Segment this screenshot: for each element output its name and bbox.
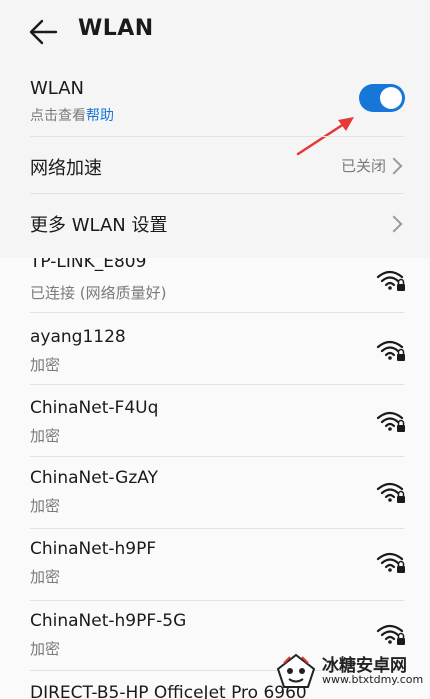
wifi-locked-icon <box>376 482 405 503</box>
wifi-locked-icon <box>376 552 405 573</box>
watermark-emblem-icon <box>276 653 316 688</box>
network-item[interactable]: ChinaNet-F4Uq 加密 <box>0 385 430 455</box>
wlan-label: WLAN <box>30 78 85 99</box>
available-networks-list: TP-LINK_E809 已连接 (网络质量好) ayang1128 加密 Ch… <box>0 258 430 699</box>
network-status: 加密 <box>30 568 61 586</box>
app-header: WLAN <box>0 0 430 64</box>
wifi-locked-icon <box>376 340 405 361</box>
wifi-locked-icon <box>376 270 405 291</box>
network-item[interactable]: ChinaNet-GzAY 加密 <box>0 457 430 527</box>
network-name: ChinaNet-h9PF-5G <box>30 611 187 631</box>
watermark-logo: 冰糖安卓网 www.btxtdmy.com <box>272 649 424 693</box>
wifi-locked-icon <box>376 624 405 645</box>
network-item[interactable]: TP-LINK_E809 已连接 (网络质量好) <box>0 258 430 310</box>
network-name: ChinaNet-h9PF <box>30 539 157 559</box>
network-name: ayang1128 <box>30 327 126 347</box>
network-name: DIRECT-B5-HP OfficeJet Pro 6960 <box>30 683 307 699</box>
chevron-right-icon <box>385 157 403 175</box>
back-arrow-icon[interactable] <box>26 16 60 48</box>
wifi-locked-icon <box>376 411 405 432</box>
network-status: 加密 <box>30 497 61 515</box>
more-wlan-settings-row[interactable]: 更多 WLAN 设置 <box>0 194 430 250</box>
network-status: 已连接 (网络质量好) <box>30 284 167 302</box>
wlan-help-hint: 点击查看帮助 <box>30 105 114 125</box>
network-status: 加密 <box>30 427 61 445</box>
toggle-knob <box>380 87 402 109</box>
network-status: 加密 <box>30 640 61 658</box>
network-status: 加密 <box>30 356 61 374</box>
network-item[interactable]: ChinaNet-h9PF 加密 <box>0 529 430 599</box>
network-acceleration-label: 网络加速 <box>30 158 102 179</box>
help-link[interactable]: 帮助 <box>86 108 114 124</box>
network-item[interactable]: ayang1128 加密 <box>0 313 430 383</box>
network-name: ChinaNet-F4Uq <box>30 398 159 418</box>
wlan-toggle-switch[interactable] <box>359 84 405 112</box>
network-acceleration-row[interactable]: 网络加速 已关闭 <box>0 137 430 193</box>
network-name: ChinaNet-GzAY <box>30 468 158 488</box>
wlan-help-prefix: 点击查看 <box>30 108 86 124</box>
watermark-url: www.btxtdmy.com <box>322 673 424 686</box>
page-title: WLAN <box>78 16 154 41</box>
more-wlan-settings-label: 更多 WLAN 设置 <box>30 215 168 236</box>
network-name: TP-LINK_E809 <box>30 258 147 272</box>
network-acceleration-value: 已关闭 <box>340 157 386 175</box>
chevron-right-icon <box>385 215 403 233</box>
